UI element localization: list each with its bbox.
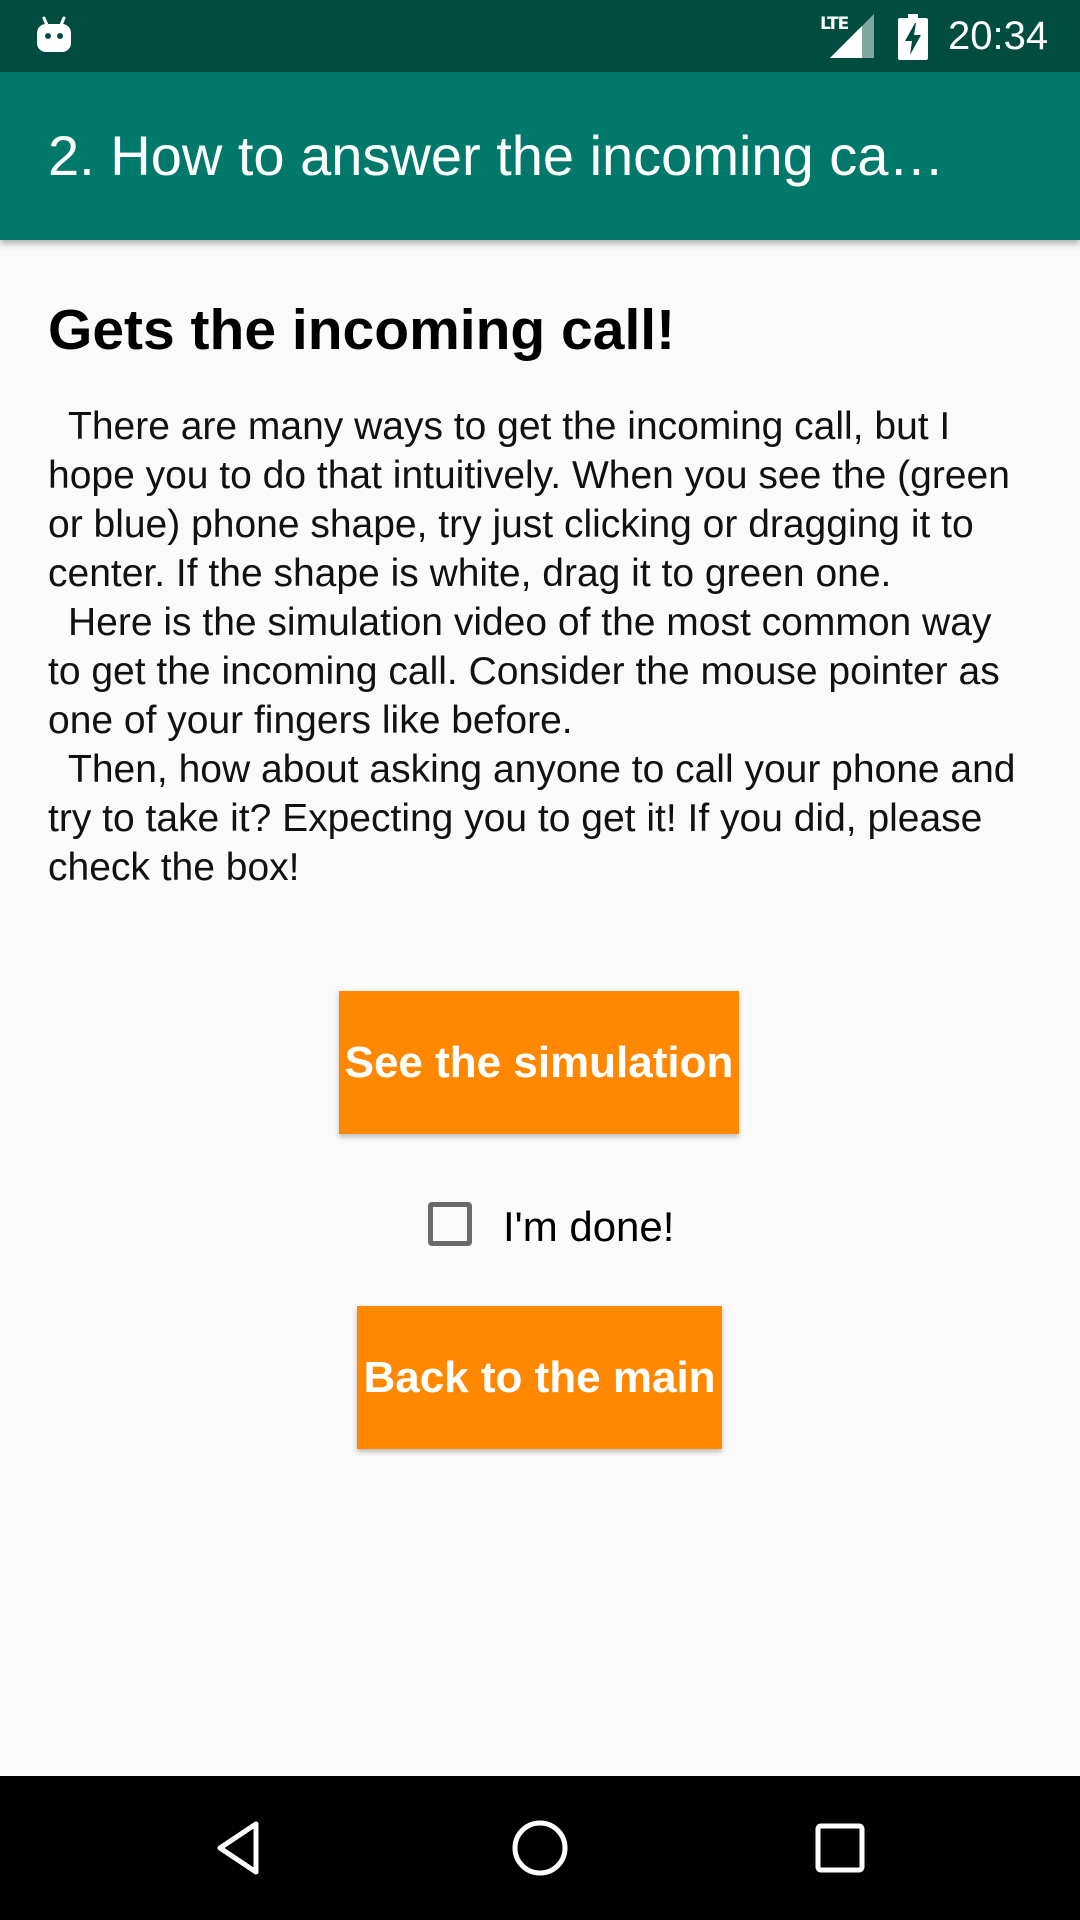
network-type-label: LTE <box>820 14 849 34</box>
see-simulation-button[interactable]: See the simulation <box>339 991 739 1134</box>
section-heading: Gets the incoming call! <box>48 298 676 362</box>
home-circle-icon[interactable] <box>504 1812 576 1884</box>
instructions-paragraph: Then, how about asking anyone to call yo… <box>48 748 1016 889</box>
done-checkbox[interactable] <box>428 1202 472 1246</box>
navigation-bar <box>0 1776 1080 1920</box>
status-clock: 20:34 <box>948 14 1049 58</box>
status-bar: LTE 20:34 <box>0 0 1080 72</box>
instructions-paragraph: There are many ways to get the incoming … <box>48 405 1010 595</box>
page-title: 2. How to answer the incoming ca… <box>48 124 945 187</box>
done-checkbox-label[interactable]: I'm done! <box>503 1200 674 1254</box>
back-to-main-button[interactable]: Back to the main <box>357 1306 722 1449</box>
back-triangle-icon[interactable] <box>204 1812 276 1884</box>
instructions-text: There are many ways to get the incoming … <box>48 402 1028 892</box>
battery-charging-icon <box>898 14 928 60</box>
android-robot-icon <box>37 16 71 52</box>
app-bar: 2. How to answer the incoming ca… <box>0 72 1080 240</box>
instructions-paragraph: Here is the simulation video of the most… <box>48 601 1000 742</box>
recents-square-icon[interactable] <box>804 1812 876 1884</box>
